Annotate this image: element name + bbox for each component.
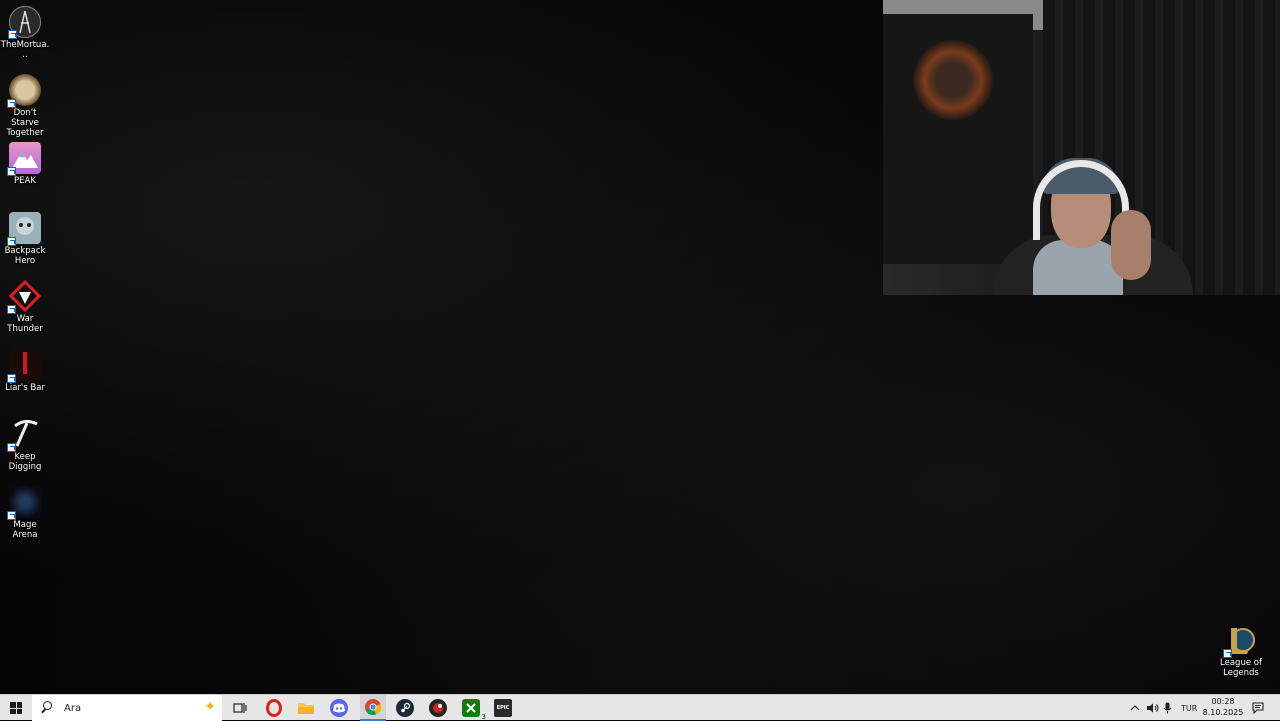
desktop-icon-peak[interactable]: PEAK	[0, 142, 50, 186]
epic-games-icon: EPIC	[494, 699, 512, 717]
desktop-icon-label: Don't Starve Together	[6, 108, 44, 138]
microphone-icon	[1163, 702, 1172, 714]
mortuary-icon	[8, 6, 41, 39]
taskbar-discord[interactable]	[327, 695, 351, 721]
dont-starve-icon	[7, 74, 41, 108]
desktop-icon-backpack-hero[interactable]: Backpack Hero	[0, 212, 50, 266]
app-red-icon	[429, 699, 447, 717]
language-indicator: TUR	[1181, 703, 1198, 713]
desktop-icon-war-thunder[interactable]: War Thunder	[0, 279, 50, 334]
desktop-icon-dont-starve-together[interactable]: Don't Starve Together	[0, 74, 50, 138]
taskbar-steam[interactable]	[392, 695, 418, 721]
desktop-icon-label: Backpack Hero	[4, 246, 46, 266]
notification-center-button[interactable]	[1252, 695, 1266, 721]
liars-bar-icon	[7, 349, 41, 383]
desktop-icon-keep-digging[interactable]: Keep Digging	[0, 418, 50, 472]
folder-icon	[298, 703, 314, 714]
taskbar-chrome[interactable]	[360, 695, 386, 721]
taskbar: Ara ✦ 3 EPIC TUR 00:28 8.10.2025	[0, 694, 1280, 721]
desktop-icon-label: TheMortua...	[0, 40, 50, 60]
tray-overflow-button[interactable]	[1130, 695, 1142, 721]
volume-icon	[1147, 703, 1159, 713]
search-icon	[40, 701, 54, 715]
start-button[interactable]	[0, 695, 32, 721]
chevron-up-icon	[1130, 705, 1140, 711]
desktop-icon-label: Mage Arena	[12, 520, 38, 540]
windows-icon	[10, 702, 22, 714]
backpack-hero-icon	[7, 212, 41, 246]
webcam-overlay	[883, 0, 1280, 295]
steam-icon	[396, 699, 414, 717]
pickaxe-icon	[7, 418, 41, 452]
tray-volume-button[interactable]	[1146, 695, 1160, 721]
discord-icon	[330, 699, 348, 717]
league-of-legends-icon	[1223, 624, 1257, 658]
clock-time: 00:28	[1211, 697, 1235, 706]
desktop-icon-label: Keep Digging	[8, 452, 42, 472]
taskbar-file-explorer[interactable]	[294, 695, 318, 721]
xbox-icon: 3	[462, 699, 486, 721]
war-thunder-icon	[7, 279, 42, 314]
taskbar-epic-games[interactable]: EPIC	[491, 695, 515, 721]
chrome-icon	[365, 699, 382, 716]
notification-icon	[1252, 702, 1264, 714]
desktop-icon-liars-bar[interactable]: Liar's Bar	[0, 349, 50, 393]
search-box[interactable]: Ara ✦	[32, 695, 222, 721]
desktop-icon-the-mortuary[interactable]: TheMortua...	[0, 6, 50, 60]
search-highlight-icon: ✦	[204, 699, 216, 715]
mage-arena-icon	[7, 486, 41, 520]
desktop-icon-league-of-legends[interactable]: League of Legends	[1216, 624, 1266, 678]
epic-games-label: EPIC	[496, 705, 510, 711]
peak-icon	[7, 142, 41, 176]
desktop-icon-mage-arena[interactable]: Mage Arena	[0, 486, 50, 540]
desktop-icon-label: PEAK	[14, 176, 36, 186]
desktop-icon-label: Liar's Bar	[5, 383, 45, 393]
task-view-button[interactable]	[229, 695, 251, 721]
desktop-icon-label: War Thunder	[7, 314, 43, 334]
desktop-icon-label: League of Legends	[1220, 658, 1262, 678]
clock-date: 8.10.2025	[1202, 708, 1244, 717]
taskbar-opera[interactable]	[262, 695, 286, 721]
tray-language-button[interactable]: TUR	[1181, 695, 1197, 721]
tray-microphone-button[interactable]	[1163, 695, 1175, 721]
task-view-icon	[233, 703, 247, 713]
opera-icon	[266, 699, 282, 717]
search-placeholder: Ara	[64, 702, 82, 714]
taskbar-xbox[interactable]: 3	[457, 695, 486, 721]
tray-clock[interactable]: 00:28 8.10.2025	[1196, 696, 1250, 718]
taskbar-app-red[interactable]	[425, 695, 451, 721]
